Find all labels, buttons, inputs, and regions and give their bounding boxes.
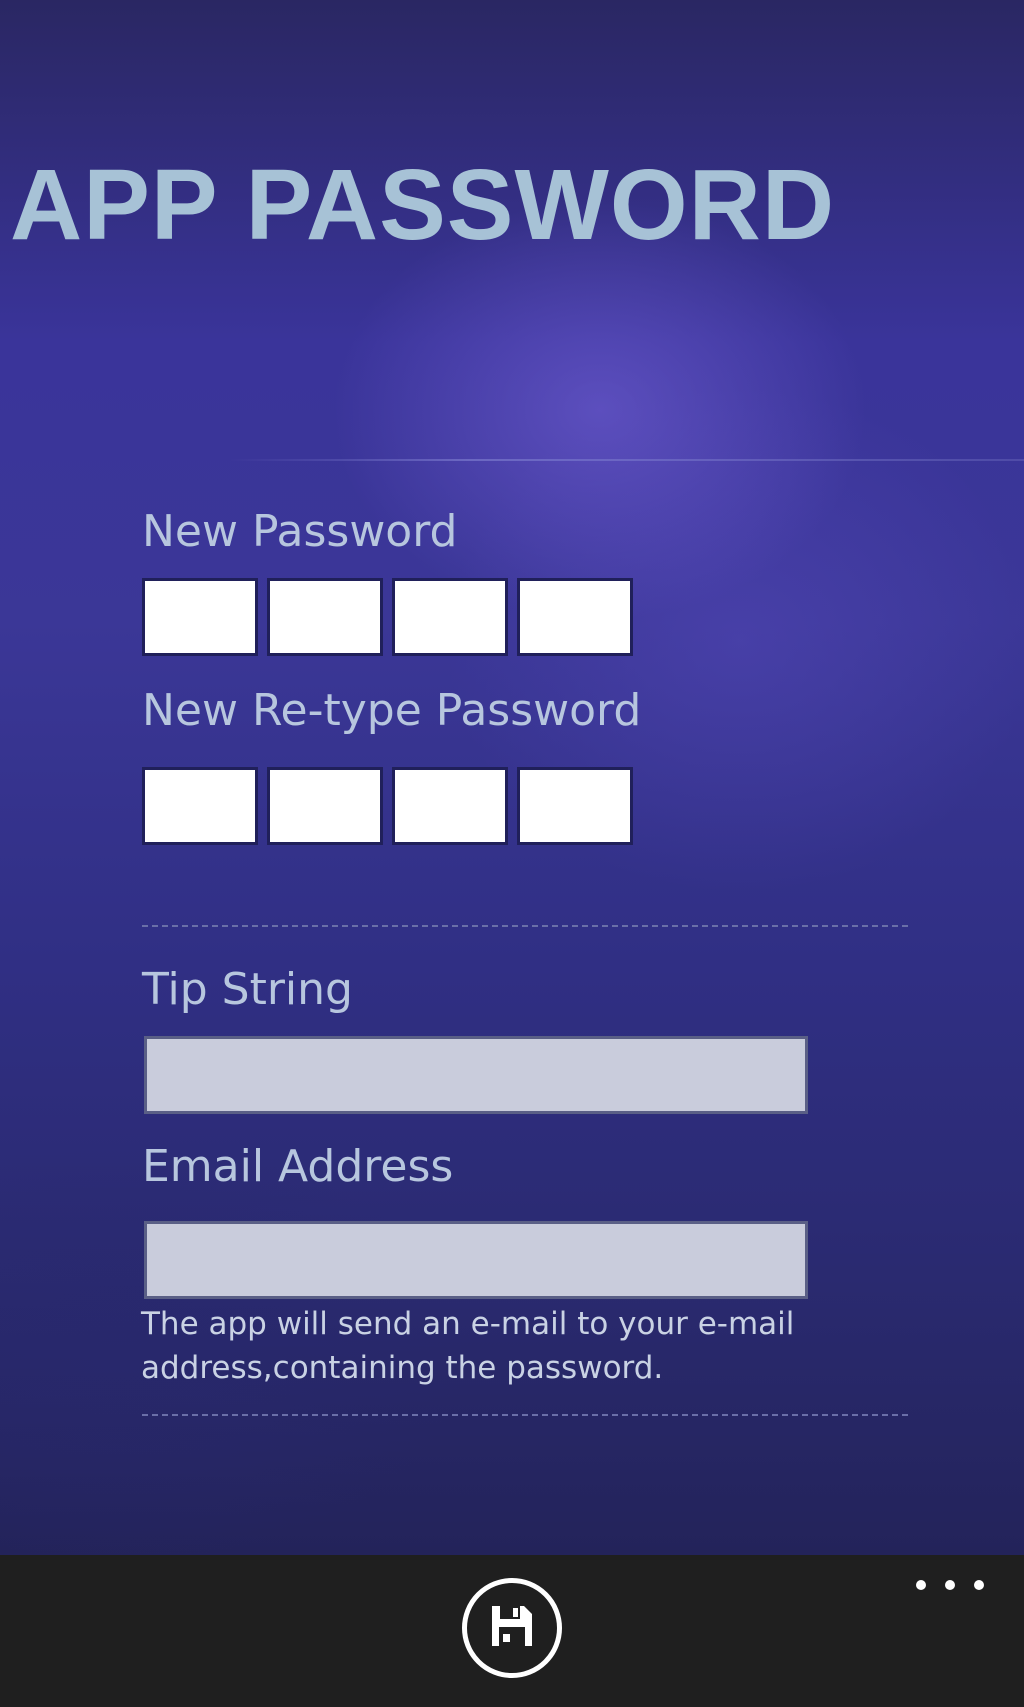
retype-password-pin-row xyxy=(142,767,633,845)
retype-password-digit-3[interactable] xyxy=(392,767,508,845)
app-password-screen: APP PASSWORD New Password New Re-type Pa… xyxy=(0,0,1024,1707)
save-icon xyxy=(486,1600,538,1656)
tip-string-input[interactable] xyxy=(144,1036,808,1114)
page-title: APP PASSWORD xyxy=(10,149,836,261)
section-divider-bottom xyxy=(142,1414,908,1416)
new-password-pin-row xyxy=(142,578,633,656)
new-password-digit-3[interactable] xyxy=(392,578,508,656)
section-divider-top xyxy=(142,925,908,927)
retype-password-digit-2[interactable] xyxy=(267,767,383,845)
email-address-label: Email Address xyxy=(142,1141,454,1192)
new-password-digit-4[interactable] xyxy=(517,578,633,656)
title-divider xyxy=(230,459,1024,461)
more-ellipsis-icon[interactable] xyxy=(910,1570,990,1600)
email-address-input[interactable] xyxy=(144,1221,808,1299)
new-password-digit-1[interactable] xyxy=(142,578,258,656)
tip-string-label: Tip String xyxy=(142,964,353,1015)
email-help-text: The app will send an e-mail to your e-ma… xyxy=(141,1306,795,1386)
ellipsis-dot xyxy=(916,1580,926,1590)
ellipsis-dot xyxy=(945,1580,955,1590)
retype-password-label: New Re-type Password xyxy=(142,685,642,736)
save-button[interactable] xyxy=(462,1578,562,1678)
new-password-digit-2[interactable] xyxy=(267,578,383,656)
new-password-label: New Password xyxy=(142,506,458,557)
ellipsis-dot xyxy=(974,1580,984,1590)
retype-password-digit-1[interactable] xyxy=(142,767,258,845)
retype-password-digit-4[interactable] xyxy=(517,767,633,845)
